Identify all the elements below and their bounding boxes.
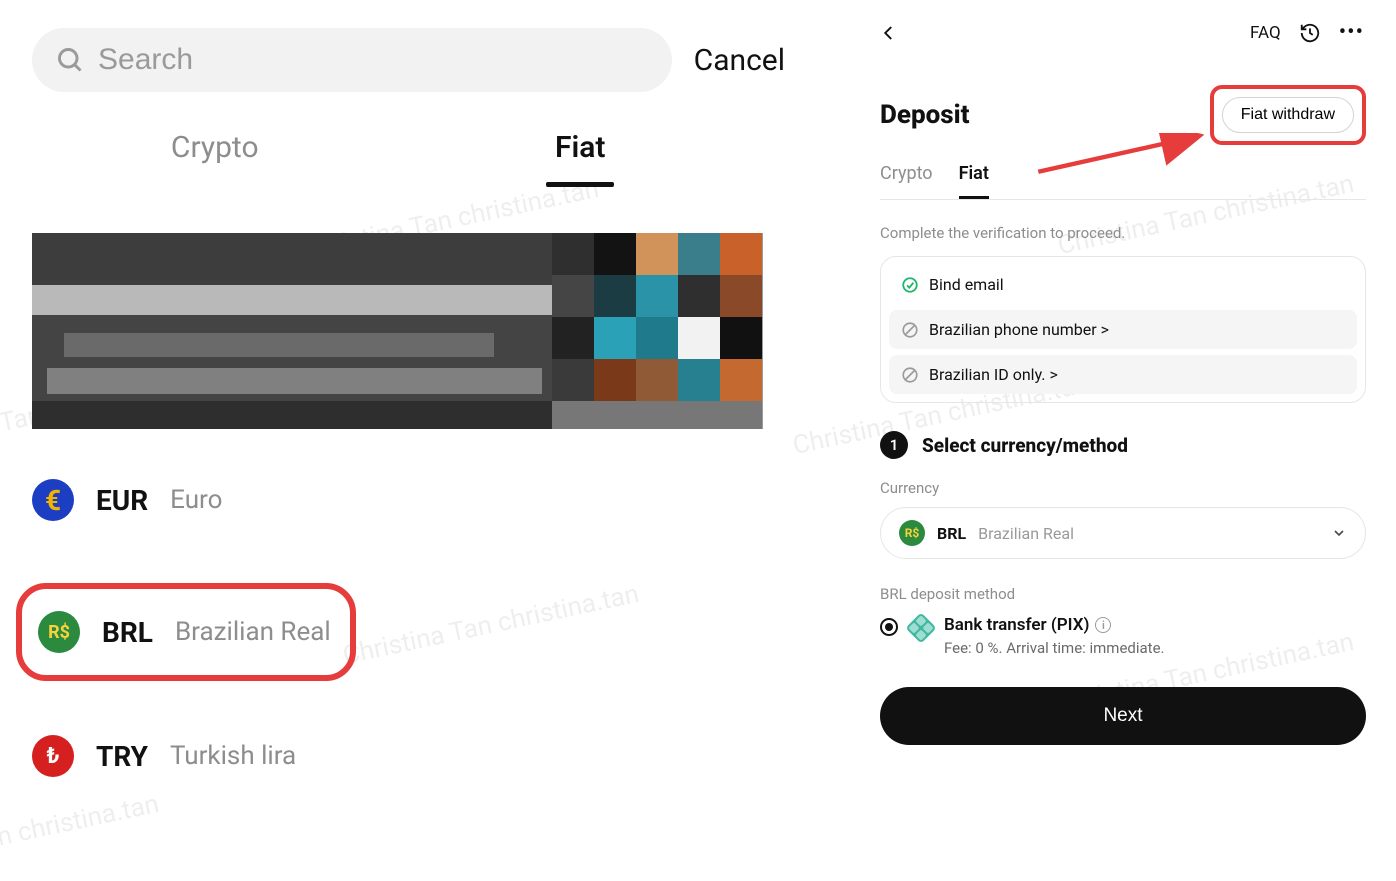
method-name-label: Bank transfer (PIX) [944, 615, 1089, 635]
chevron-down-icon [1331, 525, 1347, 541]
search-row: Cancel [0, 28, 795, 92]
currency-item-try[interactable]: ₺ TRY Turkish lira [16, 721, 779, 791]
tab-deposit-crypto[interactable]: Crypto [880, 163, 933, 199]
page-title: Deposit [880, 100, 970, 130]
fiat-withdraw-button[interactable]: Fiat withdraw [1222, 97, 1354, 133]
verify-phone-label: Brazilian phone number > [929, 320, 1109, 339]
verify-id-label: Brazilian ID only. > [929, 365, 1058, 384]
euro-icon: € [32, 479, 74, 521]
brl-small-icon: R$ [899, 520, 925, 546]
ban-icon [901, 321, 919, 339]
search-box[interactable] [32, 28, 672, 92]
currency-code: TRY [96, 740, 148, 773]
method-text: Bank transfer (PIX) i Fee: 0 %. Arrival … [944, 615, 1165, 657]
deposit-panel: FAQ ••• Deposit Fiat withdraw Crypto Fia… [880, 20, 1366, 840]
next-button[interactable]: Next [880, 687, 1366, 745]
tab-deposit-fiat[interactable]: Fiat [959, 163, 989, 199]
search-input[interactable] [98, 43, 648, 77]
deposit-tabs: Crypto Fiat [880, 163, 1366, 200]
method-field-label: BRL deposit method [880, 585, 1366, 603]
radio-selected-icon [880, 618, 898, 636]
currency-picker-panel: Cancel Crypto Fiat € [0, 0, 795, 854]
cancel-button[interactable]: Cancel [694, 43, 785, 78]
ban-icon [901, 366, 919, 384]
step-header: 1 Select currency/method [880, 431, 1366, 459]
info-icon[interactable]: i [1095, 617, 1111, 633]
currency-code: EUR [96, 484, 148, 517]
currency-name: Euro [170, 485, 222, 515]
search-icon [56, 46, 84, 74]
step-title: Select currency/method [922, 434, 1128, 457]
tab-fiat[interactable]: Fiat [398, 130, 764, 183]
currency-name: Turkish lira [170, 741, 296, 771]
verify-email-label: Bind email [929, 275, 1004, 294]
tab-crypto[interactable]: Crypto [32, 130, 398, 183]
selected-currency-name: Brazilian Real [978, 524, 1074, 543]
step-number-badge: 1 [880, 431, 908, 459]
check-circle-icon [901, 276, 919, 294]
top-bar: FAQ ••• [880, 20, 1366, 45]
promo-banner[interactable] [32, 233, 763, 429]
method-sub-label: Fee: 0 %. Arrival time: immediate. [944, 639, 1165, 657]
back-icon[interactable] [880, 24, 898, 42]
verify-phone-row[interactable]: Brazilian phone number > [889, 310, 1357, 349]
currency-type-tabs: Crypto Fiat [0, 130, 795, 183]
title-row: Deposit Fiat withdraw [880, 85, 1366, 145]
fiat-withdraw-highlight: Fiat withdraw [1210, 85, 1366, 145]
deposit-method-row[interactable]: Bank transfer (PIX) i Fee: 0 %. Arrival … [880, 615, 1366, 657]
currency-field-label: Currency [880, 479, 1366, 497]
currency-code: BRL [102, 616, 153, 649]
verify-email-row: Bind email [889, 265, 1357, 304]
faq-link[interactable]: FAQ [1250, 23, 1281, 43]
pix-icon [905, 612, 936, 643]
currency-list: € EUR Euro R$ BRL Brazilian Real ₺ TRY T… [0, 465, 795, 791]
history-icon[interactable] [1299, 22, 1321, 44]
selected-currency-code: BRL [937, 524, 966, 543]
verification-box: Bind email Brazilian phone number > Braz… [880, 256, 1366, 403]
verify-id-row[interactable]: Brazilian ID only. > [889, 355, 1357, 394]
more-icon[interactable]: ••• [1339, 20, 1364, 45]
top-actions: FAQ ••• [1250, 20, 1364, 45]
currency-item-brl[interactable]: R$ BRL Brazilian Real [16, 583, 356, 681]
verification-hint: Complete the verification to proceed. [880, 224, 1366, 242]
currency-item-eur[interactable]: € EUR Euro [16, 465, 779, 535]
currency-select[interactable]: R$ BRL Brazilian Real [880, 507, 1366, 559]
brl-icon: R$ [38, 611, 80, 653]
try-icon: ₺ [32, 735, 74, 777]
currency-name: Brazilian Real [175, 617, 331, 647]
